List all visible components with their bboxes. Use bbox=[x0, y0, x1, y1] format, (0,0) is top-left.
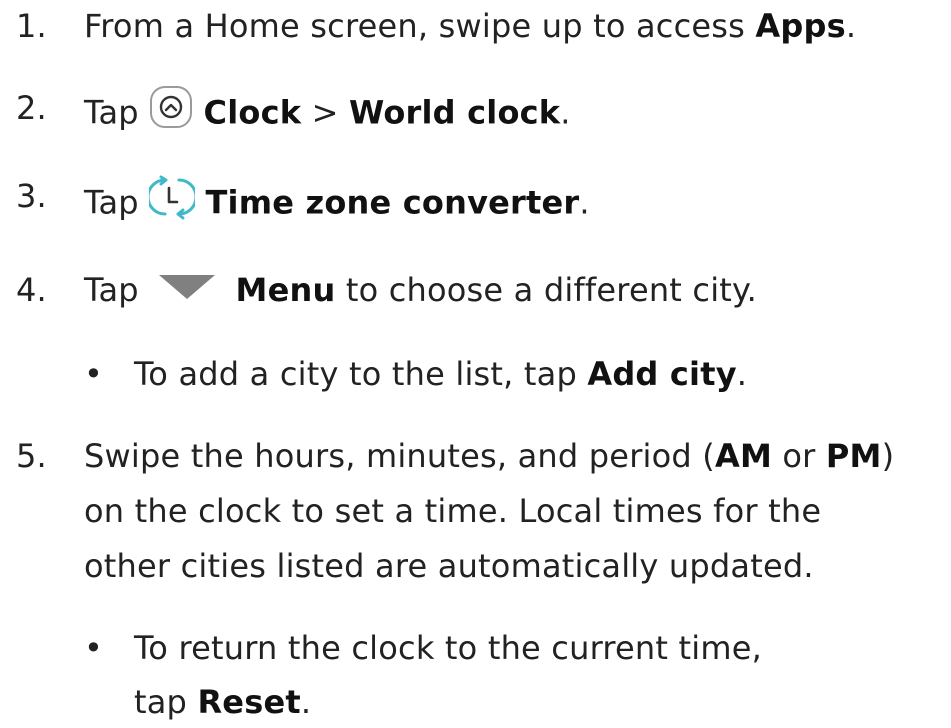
bullet-text: To add a city to the list, tap Add city. bbox=[134, 355, 748, 393]
step-text: Tap Time zone converter. bbox=[84, 173, 590, 233]
bullet-text-line-1: To return the clock to the current time, bbox=[134, 629, 762, 667]
time-zone-converter-icon bbox=[146, 173, 198, 230]
am-label: AM bbox=[715, 437, 773, 475]
menu-triangle-icon bbox=[155, 270, 219, 310]
time-zone-converter-label: Time zone converter bbox=[205, 183, 580, 222]
step-number: 4. bbox=[16, 271, 47, 309]
step-number: 2. bbox=[16, 89, 47, 127]
reset-label: Reset bbox=[197, 683, 301, 721]
step-text: Tap Clock > World clock. bbox=[84, 85, 571, 141]
step-text-line-2: on the clock to set a time. Local times … bbox=[84, 492, 822, 530]
step-text-line-3: other cities listed are automatically up… bbox=[84, 547, 814, 585]
step-number: 5. bbox=[16, 437, 47, 475]
clock-app-icon bbox=[149, 85, 193, 138]
step-text-line-1: Swipe the hours, minutes, and period (AM… bbox=[84, 437, 895, 475]
bullet-marker: • bbox=[84, 629, 104, 667]
clock-label: Clock bbox=[203, 93, 302, 132]
world-clock-label: World clock bbox=[348, 93, 561, 132]
add-city-label: Add city bbox=[587, 355, 737, 393]
bullet-text-line-2: tap Reset. bbox=[134, 683, 312, 721]
step-number: 1. bbox=[16, 7, 47, 45]
pm-label: PM bbox=[825, 437, 882, 475]
step-text: From a Home screen, swipe up to access A… bbox=[84, 7, 857, 45]
apps-label: Apps bbox=[755, 7, 846, 45]
menu-label: Menu bbox=[235, 271, 336, 309]
step-text: Tap Menu to choose a different city. bbox=[84, 270, 758, 310]
bullet-marker: • bbox=[84, 355, 104, 393]
step-number: 3. bbox=[16, 177, 47, 215]
